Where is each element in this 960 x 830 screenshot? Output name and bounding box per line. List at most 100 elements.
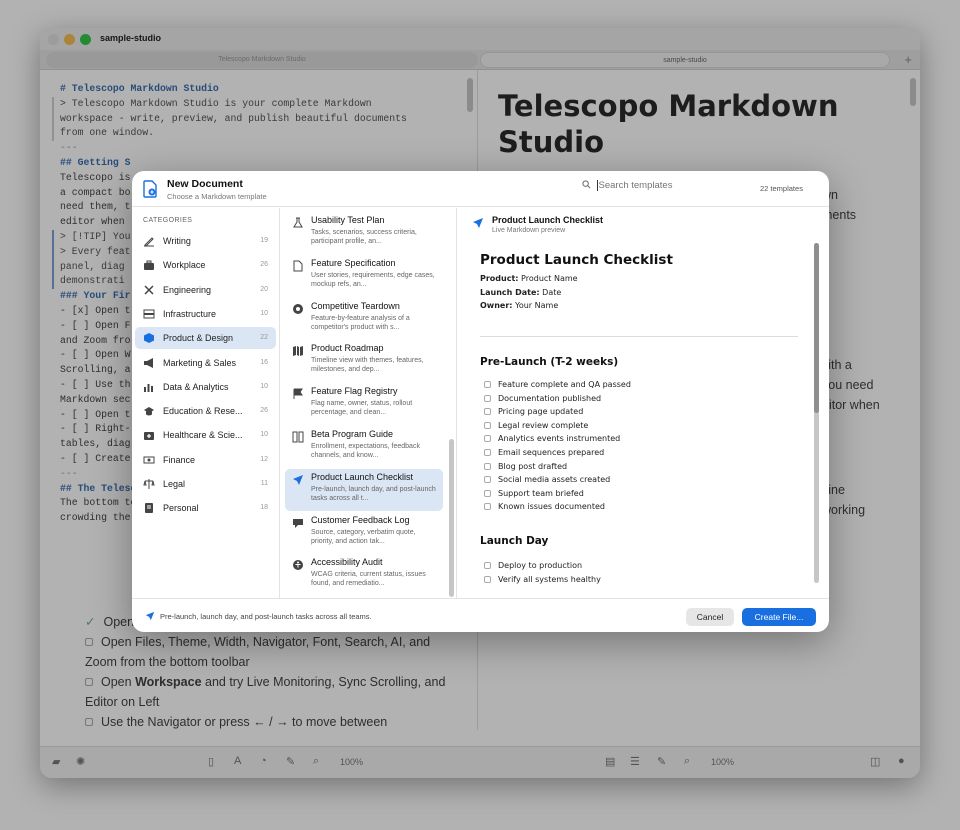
category-label: Education & Rese... [163,406,243,417]
template-item[interactable]: Product Launch Checklist Pre-launch, laun… [285,468,443,511]
category-label: Engineering [163,284,212,295]
template-search [582,180,732,198]
template-item[interactable]: Product Roadmap Timeline view with themes… [285,340,443,382]
flag-icon [293,388,303,400]
paper-plane-icon [293,474,303,485]
category-label: Finance [163,454,196,465]
category-item[interactable]: Workplace 26 [135,254,276,276]
category-item[interactable]: Data & Analytics 10 [135,376,276,398]
dialog-title: New Document [167,178,243,190]
category-label: Healthcare & Scie... [163,430,243,441]
category-list: CATEGORIES Writing 19 Workplace 26 Engineeri… [132,208,280,598]
target-icon [293,303,303,314]
checkbox-icon [484,408,491,416]
preview-checklist-item: Blog post drafted [484,462,567,471]
template-title: Product Launch Checklist [311,471,414,482]
category-item[interactable]: Product & Design 22 [135,327,276,350]
category-item[interactable]: Engineering 20 [135,279,276,301]
item-text: Feature complete and QA passed [498,380,631,389]
accessibility-icon [293,560,303,571]
paper-plane-icon [145,611,155,621]
checkbox-icon [484,449,491,456]
checkbox-icon [484,489,491,497]
cancel-button[interactable]: Cancel [686,608,734,626]
template-item[interactable]: Accessibility Audit WCAG criteria, curren… [285,554,443,596]
new-document-icon [143,180,157,198]
category-item[interactable]: Infrastructure 10 [135,303,276,325]
category-item[interactable]: Marketing & Sales 16 [135,352,276,374]
preview-checklist-item: Email sequences prepared [484,448,605,457]
scales-icon [143,479,155,489]
item-text: Email sequences prepared [498,448,605,457]
preview-section-heading: Launch Day [480,535,549,547]
meta-key: Launch Date: [480,287,540,297]
item-text: Analytics events instrumented [498,434,621,444]
category-item[interactable]: Finance 12 [135,449,276,471]
notebook-icon [145,503,153,514]
create-file-button[interactable]: Create File... [742,608,816,626]
checkbox-icon [484,462,491,470]
preview-checklist-item: Pricing page updated [484,407,584,417]
checkbox-icon [484,394,491,402]
book-icon [292,431,304,443]
template-description: Enrollment, expectations, feedback chann… [311,443,420,459]
template-item[interactable]: Usability Test Plan Tasks, scenarios, suc… [285,212,443,254]
item-text: Pricing page updated [498,407,584,417]
category-label: Marketing & Sales [163,357,237,368]
item-text: Documentation published [498,393,602,403]
checkbox-icon [484,381,491,388]
preview-checklist-item: Feature complete and QA passed [484,380,631,389]
template-description: Flag name, owner, status, rollout percen… [311,400,413,417]
item-text: Social media assets created [498,475,611,485]
preview-checklist-item: Documentation published [484,393,602,403]
preview-meta-line: Product: Product Name [480,274,578,283]
dialog-subtitle: Choose a Markdown template [167,192,267,201]
selected-template-description: Pre-launch, launch day, and post-launch … [160,612,372,621]
template-item[interactable]: Competitive Teardown Feature-by-feature a… [285,298,443,340]
template-title: Accessibility Audit [311,557,383,568]
template-list-scrollbar[interactable] [449,439,454,597]
category-count: 10 [260,431,268,439]
category-item[interactable]: Personal 18 [135,497,276,519]
category-item[interactable]: Education & Rese... 26 [135,400,276,422]
preview-meta-line: Owner: Your Name [480,301,558,310]
preview-subtitle: Live Markdown preview [492,227,566,234]
category-label: Legal [163,479,186,489]
category-label: Data & Analytics [163,381,229,392]
search-input[interactable] [596,180,707,191]
category-item[interactable]: Writing 19 [135,230,276,252]
checkbox-icon [484,476,491,484]
category-label: Personal [163,503,199,514]
meta-key: Owner: [480,301,513,310]
preview-section-heading: Pre-Launch (T-2 weeks) [480,356,619,368]
item-text: Deploy to production [498,561,583,570]
preview-scroll-thumb[interactable] [814,243,819,413]
template-item[interactable]: Feature Flag Registry Flag name, owner, s… [285,383,443,425]
search-icon [582,180,591,189]
category-count: 11 [260,480,268,487]
template-description: Tasks, scenarios, success criteria, part… [311,229,417,245]
template-item[interactable]: Beta Program Guide Enrollment, expectatio… [285,426,443,468]
template-description: Timeline view with themes, features, mil… [311,357,424,374]
category-count: 22 [260,334,268,342]
template-title: Feature Specification [311,257,396,268]
bar-chart-icon [144,383,153,392]
new-document-dialog: New Document Choose a Markdown template … [132,171,829,632]
checkbox-icon [484,575,491,583]
flask-icon [293,217,303,228]
template-list[interactable]: Usability Test Plan Tasks, scenarios, suc… [281,208,457,598]
category-count: 26 [260,407,268,415]
category-count: 10 [260,382,268,390]
preview-scrollbar[interactable] [814,243,819,583]
pen-icon [144,237,154,247]
medical-kit-icon [144,432,154,441]
category-label: Infrastructure [163,308,217,319]
template-item[interactable]: Feature Specification User stories, requi… [285,255,443,297]
category-item[interactable]: Legal 11 [135,473,276,495]
preview-checklist-item: Legal review complete [484,421,588,430]
template-description: WCAG criteria, current status, issues fo… [311,571,426,588]
template-title: Feature Flag Registry [311,386,398,397]
template-item[interactable]: Customer Feedback Log Source, category, v… [285,512,443,554]
category-item[interactable]: Healthcare & Scie... 10 [135,424,276,446]
template-title: Beta Program Guide [311,429,394,439]
